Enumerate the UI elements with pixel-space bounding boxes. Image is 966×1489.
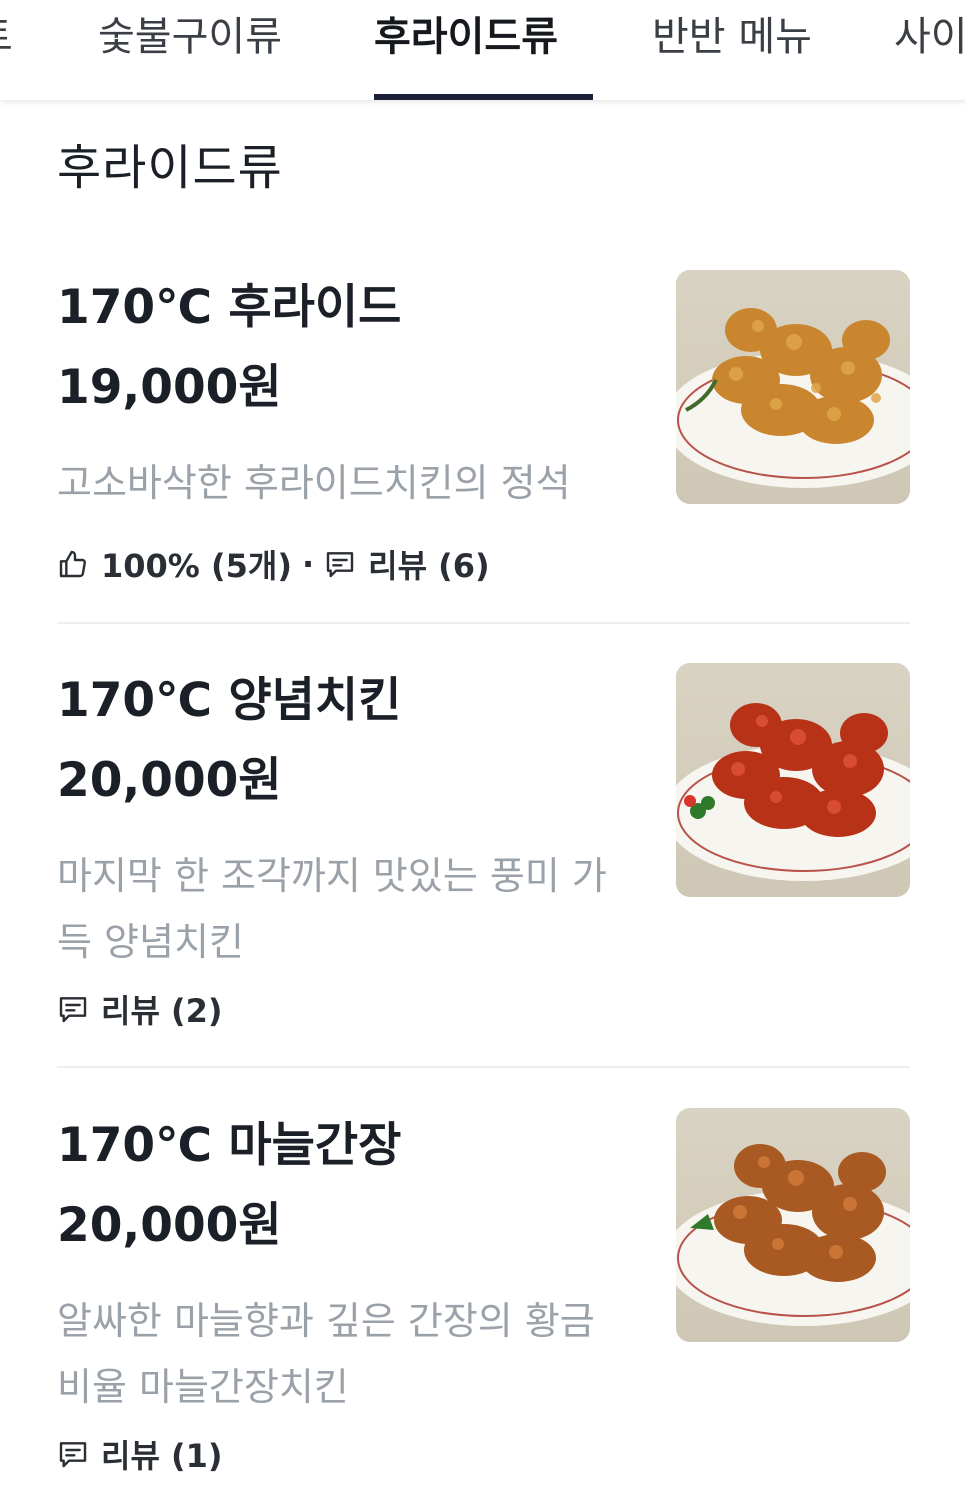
like-rate: 100% (5개) [101, 547, 292, 585]
tab-charcoal-grill[interactable]: 숯불구이류 [98, 0, 282, 100]
tab-label: 트 [0, 14, 13, 60]
tab-label: 반반 메뉴 [652, 14, 812, 60]
tab-half-half[interactable]: 반반 메뉴 [652, 0, 812, 100]
tab-label: 후라이드류 [374, 14, 558, 60]
comment-icon [57, 1438, 89, 1470]
menu-item-price: 20,000원 [57, 1198, 282, 1253]
menu-item-price: 20,000원 [57, 753, 282, 808]
menu-item-meta: 리뷰 (2) [57, 987, 223, 1031]
menu-item-image [676, 663, 910, 897]
tab-side[interactable]: 사이 [894, 0, 966, 100]
item-divider [57, 622, 910, 624]
review-count: 리뷰 (6) [368, 547, 490, 585]
menu-item-name: 170℃ 후라이드 [57, 280, 402, 335]
tab-label: 사이 [894, 14, 966, 60]
thumbs-up-icon [57, 548, 89, 580]
menu-item[interactable]: 170℃ 마늘간장 20,000원 알싸한 마늘향과 깊은 간장의 황금비율 마… [57, 1108, 910, 1489]
comment-icon [324, 548, 356, 580]
menu-item-name: 170℃ 마늘간장 [57, 1118, 402, 1173]
menu-item-meta: 리뷰 (1) [57, 1432, 223, 1476]
meta-separator: · [301, 545, 315, 583]
tab-set-menu[interactable]: 트 [0, 0, 13, 100]
menu-item-description: 알싸한 마늘향과 깊은 간장의 황금비율 마늘간장치킨 [57, 1299, 595, 1409]
menu-item-description: 고소바삭한 후라이드치킨의 정석 [57, 461, 571, 505]
menu-item[interactable]: 170℃ 양념치킨 20,000원 마지막 한 조각까지 맛있는 풍미 가득 양… [57, 663, 910, 1068]
review-count: 리뷰 (2) [101, 992, 223, 1030]
menu-item[interactable]: 170℃ 후라이드 19,000원 고소바삭한 후라이드치킨의 정석 100% … [57, 270, 910, 624]
category-tab-bar: 트 숯불구이류 후라이드류 반반 메뉴 사이 [0, 0, 966, 100]
menu-item-description: 마지막 한 조각까지 맛있는 풍미 가득 양념치킨 [57, 854, 607, 964]
menu-page: 트 숯불구이류 후라이드류 반반 메뉴 사이 후라이드류 170℃ 후라이드 1… [0, 0, 966, 1489]
menu-item-price: 19,000원 [57, 360, 282, 415]
item-divider [57, 1066, 910, 1068]
menu-item-image [676, 270, 910, 504]
comment-icon [57, 993, 89, 1025]
menu-item-meta: 100% (5개) · 리뷰 (6) [57, 542, 490, 586]
menu-item-name: 170℃ 양념치킨 [57, 673, 402, 728]
active-tab-indicator [374, 94, 593, 100]
section-title: 후라이드류 [57, 140, 283, 196]
tab-fried[interactable]: 후라이드류 [374, 0, 593, 100]
menu-item-image [676, 1108, 910, 1342]
tab-label: 숯불구이류 [98, 14, 282, 60]
review-count: 리뷰 (1) [101, 1437, 223, 1475]
